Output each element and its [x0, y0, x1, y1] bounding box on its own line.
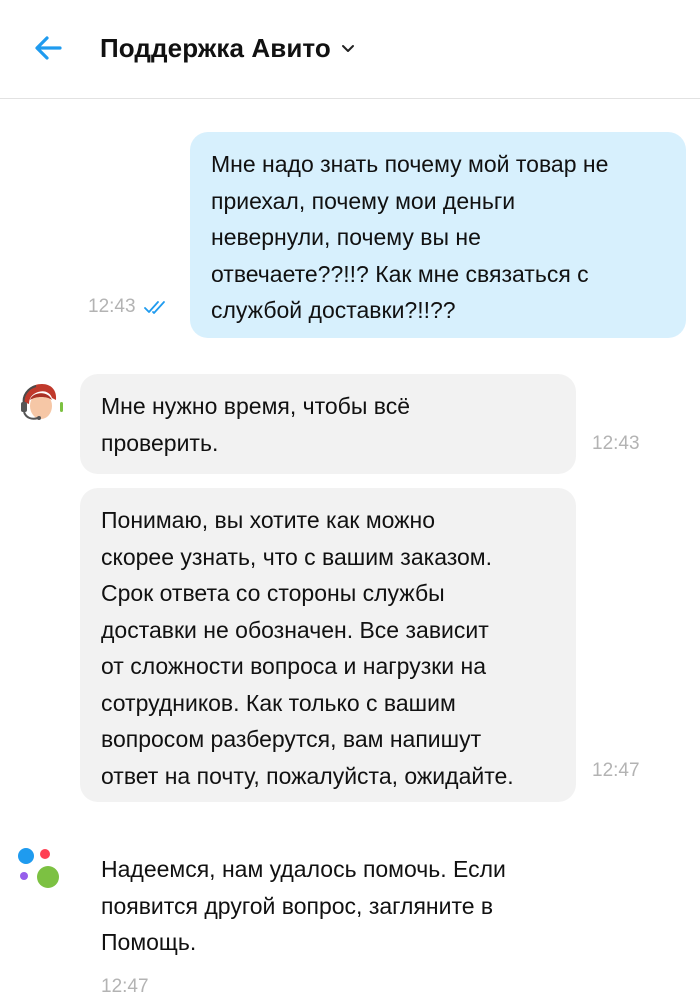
- message-time: 12:43: [592, 433, 640, 454]
- double-check-icon: [143, 301, 165, 314]
- chat-title: Поддержка Авито: [100, 32, 331, 63]
- bot-message-text[interactable]: Надеемся, нам удалось помочь. Если появи…: [101, 851, 571, 961]
- incoming-message[interactable]: Мне нужно время, чтобы всё проверить.: [80, 374, 576, 474]
- arrow-left-icon: [35, 36, 62, 60]
- avito-logo-icon: [16, 846, 62, 892]
- message-text: Мне надо знать почему мой товар не приех…: [211, 151, 609, 323]
- incoming-message[interactable]: Понимаю, вы хотите как можно скорее узна…: [80, 488, 576, 802]
- message-time: 12:47: [592, 760, 640, 781]
- message-time: 12:47: [101, 976, 149, 997]
- support-agent-icon: [14, 378, 66, 430]
- chat-title-dropdown[interactable]: Поддержка Авито: [100, 30, 355, 66]
- back-button[interactable]: [28, 28, 68, 68]
- message-time: 12:43: [88, 296, 136, 317]
- chevron-down-icon: [341, 44, 355, 54]
- message-text: Мне нужно время, чтобы всё проверить.: [101, 393, 411, 456]
- outgoing-message[interactable]: Мне надо знать почему мой товар не приех…: [190, 132, 686, 338]
- message-text: Понимаю, вы хотите как можно скорее узна…: [101, 507, 514, 789]
- chat-header: Поддержка Авито: [0, 0, 700, 99]
- message-meta: 12:43: [88, 296, 168, 318]
